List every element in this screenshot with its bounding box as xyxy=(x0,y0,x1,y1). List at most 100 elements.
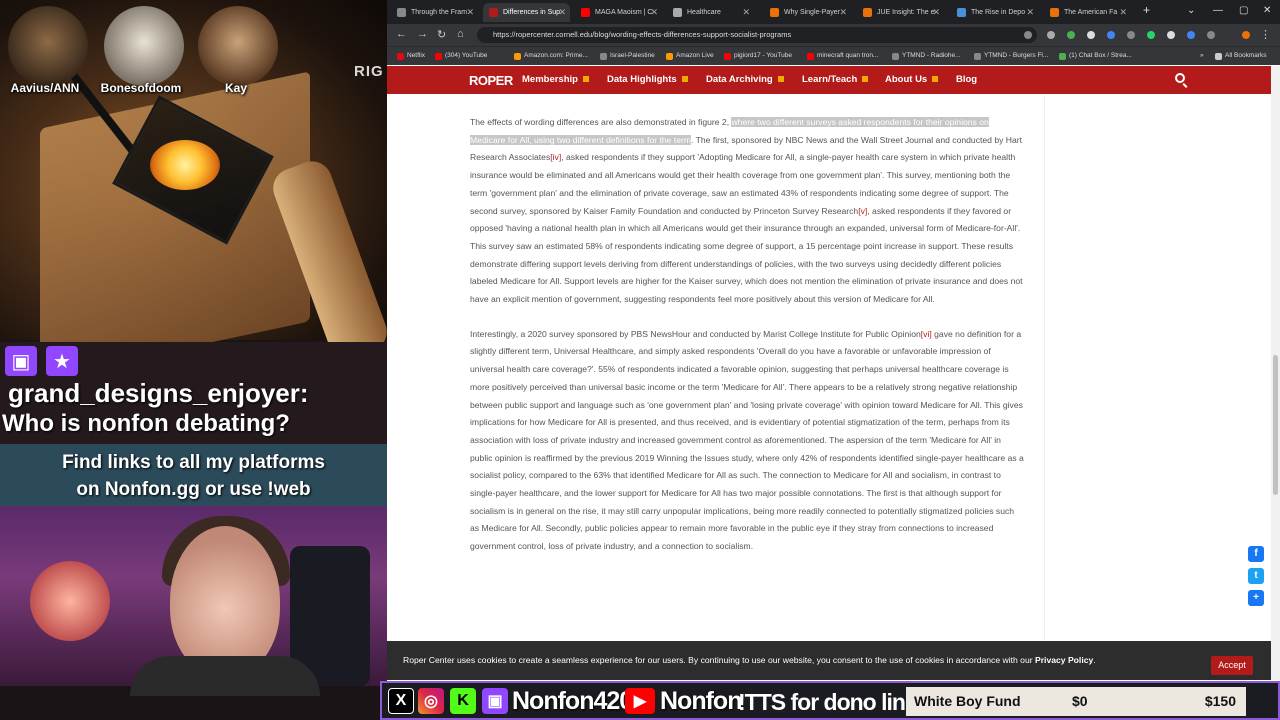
tab-search-icon[interactable]: ⌄ xyxy=(1187,5,1195,16)
close-icon[interactable]: ✕ xyxy=(1026,3,1034,22)
bookmark-item[interactable]: (304) YouTube xyxy=(435,50,487,62)
tab-2[interactable]: MAGA Maoism | C ✕ xyxy=(575,3,662,22)
profile-avatar[interactable] xyxy=(1242,31,1250,39)
extension-icon[interactable] xyxy=(1107,31,1115,39)
new-tab-button[interactable]: + xyxy=(1143,3,1150,17)
instagram-icon: ◎ xyxy=(418,688,444,714)
close-icon[interactable]: ✕ xyxy=(558,3,566,22)
nav-about-us[interactable]: About Us xyxy=(885,74,939,85)
tab-favicon xyxy=(1050,8,1059,17)
star-badge-icon: ★ xyxy=(46,346,78,376)
netflix-icon xyxy=(397,53,404,60)
amazon-icon xyxy=(514,53,521,60)
minimize-button[interactable]: — xyxy=(1213,5,1223,16)
extension-icon[interactable] xyxy=(1187,31,1195,39)
footnote-link[interactable]: [iv] xyxy=(550,152,561,162)
avatar-name-bonesofdoom: Bonesofdoom xyxy=(100,81,182,95)
bookmark-item[interactable]: pigiord17 - YouTube xyxy=(724,50,792,62)
bookmark-item[interactable]: YTMND - Radiohe... xyxy=(892,50,961,62)
extension-icon[interactable] xyxy=(1067,31,1075,39)
window-close-button[interactable]: ✕ xyxy=(1263,5,1271,16)
extension-icon[interactable] xyxy=(1087,31,1095,39)
tab-3[interactable]: Healthcare ✕ xyxy=(667,3,754,22)
amazon-icon xyxy=(666,53,673,60)
twitch-icon: ▣ xyxy=(482,688,508,714)
nav-membership[interactable]: Membership xyxy=(522,74,589,85)
links-banner: Find links to all my platforms on Nonfon… xyxy=(0,444,387,506)
chat-username: grand_designs_enjoyer: xyxy=(8,378,309,408)
tab-5[interactable]: JUE Insight: The e ✕ xyxy=(857,3,944,22)
scrollbar-thumb[interactable] xyxy=(1273,355,1278,495)
extension-icon[interactable] xyxy=(1127,31,1135,39)
article-body: The effects of wording differences are a… xyxy=(470,114,1025,573)
footnote-link[interactable]: [vi] xyxy=(921,329,932,339)
tab-favicon xyxy=(957,8,966,17)
twitter-icon[interactable]: t xyxy=(1248,568,1264,584)
all-bookmarks[interactable]: All Bookmarks xyxy=(1215,50,1267,62)
privacy-policy-link[interactable]: Privacy Policy xyxy=(1035,655,1093,665)
dropdown-icon xyxy=(932,76,939,83)
tab-favicon xyxy=(770,8,779,17)
close-icon[interactable]: ✕ xyxy=(466,3,474,22)
close-icon[interactable]: ✕ xyxy=(650,3,658,22)
menu-icon[interactable]: ⋮ xyxy=(1260,28,1271,41)
nav-data-archiving[interactable]: Data Archiving xyxy=(706,74,784,85)
close-icon[interactable]: ✕ xyxy=(1119,3,1127,22)
tab-favicon xyxy=(397,8,406,17)
bookmark-star-icon[interactable] xyxy=(1024,31,1032,39)
paragraph-2: Interestingly, a 2020 survey sponsored b… xyxy=(470,328,1024,552)
forward-button[interactable]: → xyxy=(417,28,428,40)
tab-favicon xyxy=(863,8,872,17)
handle-youtube: Nonfon xyxy=(660,687,742,715)
bookmark-item[interactable]: (1) Chat Box / Strea... xyxy=(1059,50,1132,62)
twitch-badge-icon: ▣ xyxy=(5,346,37,376)
close-icon[interactable]: ✕ xyxy=(932,3,940,22)
share-icon[interactable]: + xyxy=(1248,590,1264,606)
bookmark-item[interactable]: YTMND - Burgers Fl... xyxy=(974,50,1048,62)
folder-icon xyxy=(1215,53,1222,60)
youtube-icon xyxy=(724,53,731,60)
home-button[interactable]: ⌂ xyxy=(457,28,464,40)
goal-current: $0 xyxy=(1072,693,1088,709)
more-bookmarks-icon[interactable]: » xyxy=(1190,50,1204,62)
search-icon[interactable] xyxy=(1175,73,1185,83)
puzzle-icon[interactable] xyxy=(1207,31,1215,39)
footnote-link[interactable]: [v] xyxy=(858,206,867,216)
tab-favicon xyxy=(673,8,682,17)
tab-0[interactable]: Through the Fram ✕ xyxy=(391,3,478,22)
kick-icon: K xyxy=(450,688,476,714)
bookmark-item[interactable]: Israel-Palestine xyxy=(600,50,655,62)
maximize-button[interactable]: ▢ xyxy=(1239,5,1248,16)
tab-7[interactable]: The American Fa ✕ xyxy=(1044,3,1131,22)
address-bar[interactable]: https://ropercenter.cornell.edu/blog/wor… xyxy=(477,27,1037,43)
dropdown-icon xyxy=(777,76,784,83)
tab-6[interactable]: The Rise in Depo ✕ xyxy=(951,3,1038,22)
links-line-1: Find links to all my platforms xyxy=(62,452,325,473)
extension-icon[interactable] xyxy=(1047,31,1055,39)
bookmark-item[interactable]: minecraft quan tron... xyxy=(807,50,878,62)
back-button[interactable]: ← xyxy=(396,28,407,40)
tab-1[interactable]: Differences in Sup ✕ xyxy=(483,3,570,22)
close-icon[interactable]: ✕ xyxy=(839,3,847,22)
accept-cookies-button[interactable]: Accept xyxy=(1211,656,1253,675)
close-icon[interactable]: ✕ xyxy=(742,3,750,22)
stream-panel: RIG Aavius/ANN Bonesofdoom Kay ▣ ★ grand… xyxy=(0,0,387,720)
bookmark-item[interactable]: Amazon Live xyxy=(666,50,714,62)
extension-icon[interactable] xyxy=(1167,31,1175,39)
nav-learn-teach[interactable]: Learn/Teach xyxy=(802,74,869,85)
tab-favicon xyxy=(581,8,590,17)
facebook-icon[interactable]: f xyxy=(1248,546,1264,562)
roper-logo[interactable]: ROPER xyxy=(469,73,513,88)
bookmark-item[interactable]: Netflix xyxy=(397,50,425,62)
nav-data-highlights[interactable]: Data Highlights xyxy=(607,74,688,85)
nav-blog[interactable]: Blog xyxy=(956,74,977,85)
rig-text: RIG xyxy=(354,63,384,80)
chat-icon xyxy=(1059,53,1066,60)
extension-icon[interactable] xyxy=(1147,31,1155,39)
avatar-bonesofdoom xyxy=(104,6,184,86)
tab-4[interactable]: Why Single-Payer ✕ xyxy=(764,3,851,22)
site-nav: ROPER Membership Data Highlights Data Ar… xyxy=(387,66,1271,94)
bookmark-item[interactable]: Amazon.com: Prime... xyxy=(514,50,588,62)
goal-target: $150 xyxy=(1204,693,1236,709)
reload-button[interactable]: ↻ xyxy=(437,28,446,41)
